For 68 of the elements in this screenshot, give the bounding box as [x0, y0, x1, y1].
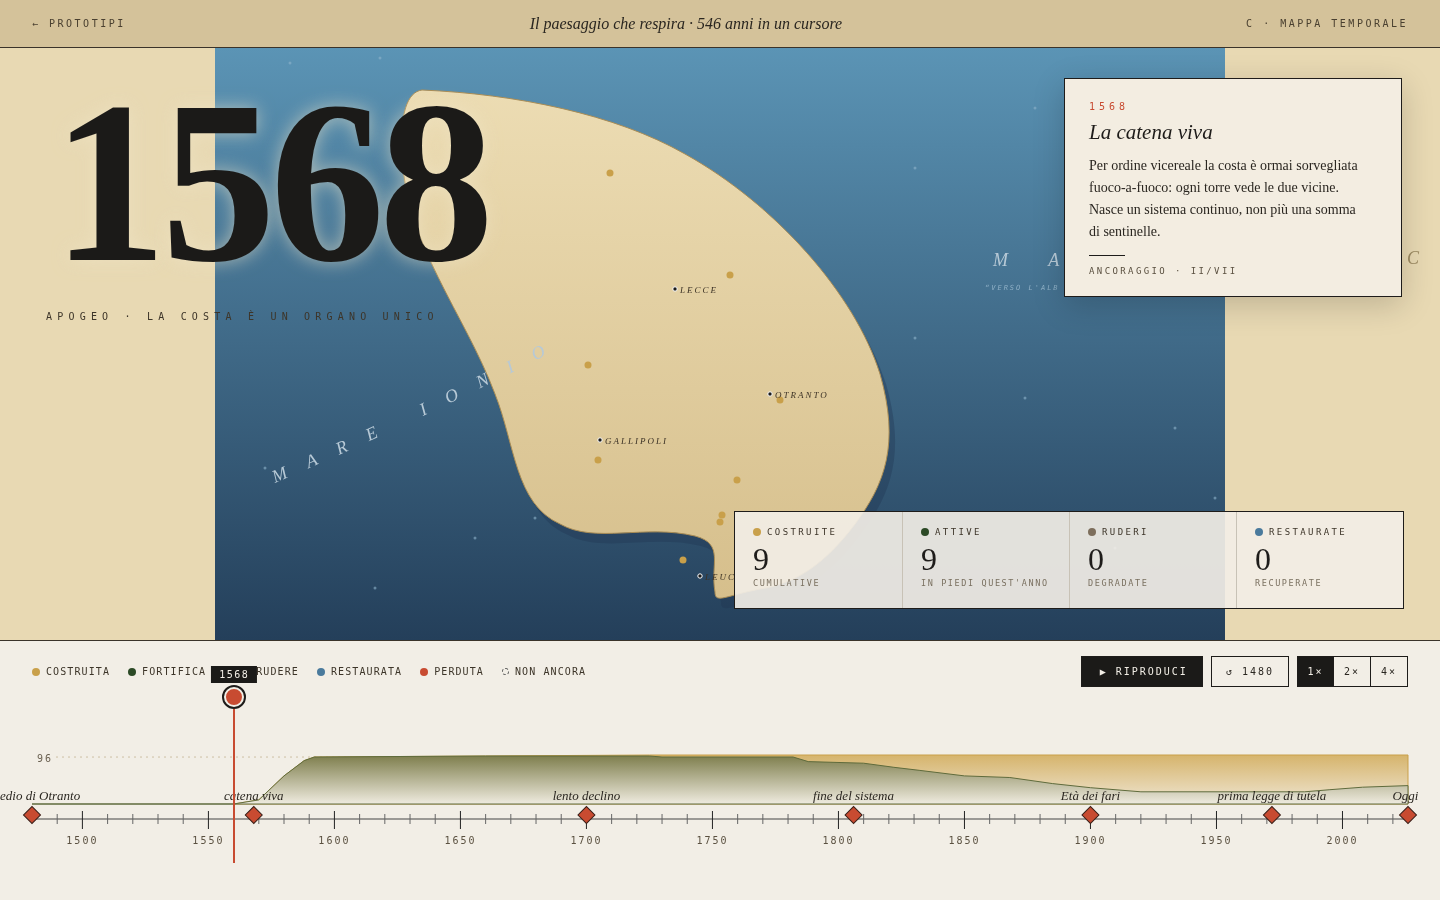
milestone-marker[interactable]: [23, 806, 41, 824]
stat-value: 9: [921, 541, 938, 577]
stat-value: 0: [1088, 541, 1105, 577]
scrubber-handle[interactable]: [222, 685, 247, 709]
stat-note: RECUPERATE: [1255, 578, 1324, 588]
milestone-label: lento declino: [552, 788, 621, 804]
city-label: OTRANTO: [775, 390, 829, 400]
stat-value: 0: [1255, 541, 1272, 577]
legend-label: COSTRUITA: [46, 666, 111, 677]
sea-label: M A: [993, 250, 1078, 270]
city-dot-icon: [672, 286, 678, 292]
legend-label: NON ANCORA: [515, 666, 587, 677]
page-title: Il paesaggio che respira · 546 anni in un cursore: [529, 14, 843, 33]
city-dot-icon: [767, 391, 773, 397]
axis-label: 1750: [696, 835, 729, 846]
sea-label: C: [1407, 248, 1419, 269]
axis-label: 1600: [318, 835, 351, 846]
milestone-marker[interactable]: [1399, 806, 1417, 824]
stat-note: CUMULATIVE: [753, 578, 822, 588]
axis-label: 1850: [948, 835, 981, 846]
stat-note: DEGRADATE: [1088, 578, 1150, 588]
stat-label: COSTRUITE: [767, 527, 838, 537]
axis-label: 2000: [1326, 835, 1359, 846]
stat-label: RUDERI: [1102, 527, 1149, 537]
tower-icon: [679, 556, 687, 564]
axis-label: 1950: [1200, 835, 1233, 846]
speed-button[interactable]: 1×: [1297, 656, 1334, 687]
tower-icon: [606, 169, 614, 177]
axis-label: 1550: [192, 835, 225, 846]
scrubber-tooltip: 1568: [211, 666, 258, 683]
city-label: GALLIPOLI: [605, 436, 668, 446]
legend-label: RESTAURATA: [330, 666, 403, 677]
speed-button[interactable]: 2×: [1334, 656, 1371, 687]
stat-label: RESTAURATE: [1269, 527, 1348, 537]
milestone-label: Età dei fari: [1060, 788, 1121, 804]
event-title: La catena viva: [1089, 120, 1214, 145]
axis-label: 1700: [570, 835, 603, 846]
event-description: Per ordine vicereale la costa è ormai sorvegliata fuoco-a-fuoco: ogni torre vede le due vicine. Nasce un sistema continuo, non più una somma di sentinelle.: [1089, 157, 1359, 241]
tower-icon: [726, 271, 734, 279]
event-year: 1568: [1089, 101, 1131, 112]
axis-label: 1900: [1074, 835, 1107, 846]
city-label: LECCE: [680, 285, 718, 295]
legend-label: FORTIFICA: [142, 666, 207, 677]
legend-label: PERDUTA: [434, 666, 484, 677]
tower-icon: [733, 476, 741, 484]
stat-note: IN PIEDI QUEST'ANNO: [921, 578, 1050, 588]
city-dot-icon: [697, 573, 703, 579]
tower-icon: [594, 456, 602, 464]
milestone-label: Oggi: [1392, 788, 1419, 804]
stat-value: 9: [753, 541, 770, 577]
axis-max-label: 96: [37, 753, 54, 764]
stat-label: ATTIVE: [935, 527, 982, 537]
tower-icon: [584, 361, 592, 369]
milestone-label: prima legge di tutela: [1217, 788, 1327, 804]
legend-label: RUDERE: [256, 666, 299, 677]
back-link[interactable]: ← PROTOTIPI: [32, 18, 126, 29]
milestone-label: fine del sistema: [813, 788, 894, 804]
speed-button[interactable]: 4×: [1371, 656, 1408, 687]
tower-icon: [776, 396, 784, 404]
axis-label: 1800: [822, 835, 855, 846]
section-label: C · MAPPA TEMPORALE: [1246, 18, 1408, 29]
city-dot-icon: [597, 437, 603, 443]
axis-label: 1500: [66, 835, 99, 846]
axis-label: 1650: [444, 835, 477, 846]
reset-button[interactable]: ↺ 1480: [1210, 656, 1289, 687]
milestone-label: edio di Otranto: [0, 788, 81, 804]
event-footer: ANCORAGGIO · II/VII: [1089, 266, 1367, 276]
play-button[interactable]: ▶ RIPRODUCI: [1080, 656, 1203, 687]
